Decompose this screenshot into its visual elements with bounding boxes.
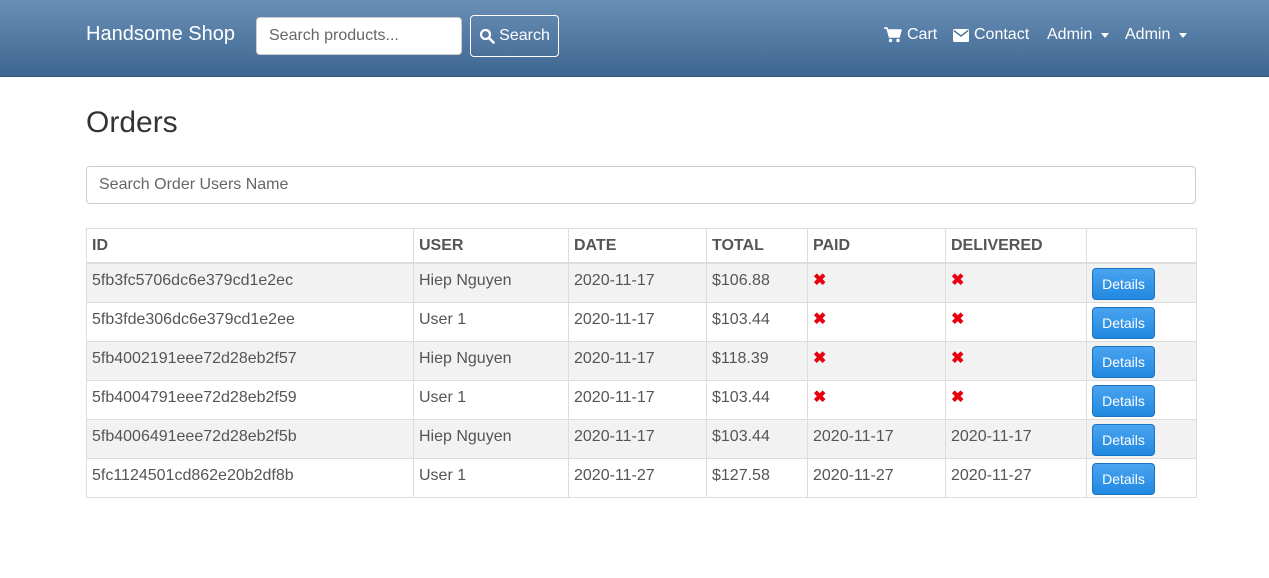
x-mark-icon: ✖: [813, 349, 827, 367]
details-button[interactable]: Details: [1092, 345, 1155, 378]
order-id-cell: 5fb4004791eee72d28eb2f59: [86, 379, 414, 420]
order-user-cell: User 1: [413, 457, 569, 498]
x-mark-icon: ✖: [813, 310, 827, 328]
brand-link[interactable]: Handsome Shop: [86, 23, 235, 46]
details-button[interactable]: Details: [1092, 306, 1155, 339]
order-actions-cell: Details: [1086, 379, 1197, 420]
admin-dropdown-2-label: Admin: [1125, 26, 1171, 43]
order-delivered-cell: 2020-11-27: [945, 457, 1087, 498]
search-button-label: Search: [499, 27, 550, 44]
order-user-cell: User 1: [413, 379, 569, 420]
details-button[interactable]: Details: [1092, 423, 1155, 456]
order-paid-cell: 2020-11-17: [807, 418, 946, 459]
product-search-input[interactable]: [256, 17, 462, 55]
order-actions-cell: Details: [1086, 457, 1197, 498]
page-title: Orders: [86, 106, 178, 139]
order-paid-cell: ✖: [807, 262, 946, 303]
caret-down-icon: [1101, 32, 1110, 38]
order-actions-cell: Details: [1086, 340, 1197, 381]
table-row: 5fb4004791eee72d28eb2f59 User 1 2020-11-…: [86, 379, 1197, 420]
order-delivered-cell: ✖: [945, 301, 1087, 342]
caret-down-icon: [1179, 32, 1188, 38]
x-mark-icon: ✖: [951, 349, 965, 367]
navbar: Handsome Shop Search Cart Contact Admin …: [0, 0, 1269, 77]
search-icon: [480, 28, 495, 44]
order-id-cell: 5fc1124501cd862e20b2df8b: [86, 457, 414, 498]
order-id-cell: 5fb3fc5706dc6e379cd1e2ec: [86, 262, 414, 303]
order-total-cell: $103.44: [706, 379, 808, 420]
x-mark-icon: ✖: [813, 388, 827, 406]
order-user-cell: User 1: [413, 301, 569, 342]
admin-dropdown-1[interactable]: Admin: [1047, 26, 1110, 44]
order-actions-cell: Details: [1086, 418, 1197, 459]
details-button[interactable]: Details: [1092, 384, 1155, 417]
column-header-date: DATE: [568, 228, 707, 264]
order-id-cell: 5fb4006491eee72d28eb2f5b: [86, 418, 414, 459]
nav-cart[interactable]: Cart: [884, 26, 937, 44]
order-actions-cell: Details: [1086, 262, 1197, 303]
column-header-user: USER: [413, 228, 569, 264]
order-date-cell: 2020-11-17: [568, 340, 707, 381]
order-id-cell: 5fb4002191eee72d28eb2f57: [86, 340, 414, 381]
order-user-cell: Hiep Nguyen: [413, 340, 569, 381]
order-date-cell: 2020-11-17: [568, 418, 707, 459]
order-delivered-cell: ✖: [945, 379, 1087, 420]
order-paid-cell: ✖: [807, 340, 946, 381]
table-row: 5fb4006491eee72d28eb2f5b Hiep Nguyen 202…: [86, 418, 1197, 459]
order-total-cell: $118.39: [706, 340, 808, 381]
nav-cart-label: Cart: [907, 26, 938, 43]
order-paid-cell: ✖: [807, 301, 946, 342]
order-total-cell: $106.88: [706, 262, 808, 303]
cart-icon: [884, 27, 902, 43]
order-total-cell: $103.44: [706, 301, 808, 342]
order-user-cell: Hiep Nguyen: [413, 262, 569, 303]
details-button[interactable]: Details: [1092, 268, 1155, 300]
order-total-cell: $127.58: [706, 457, 808, 498]
orders-table: ID USER DATE TOTAL PAID DELIVERED 5fb3fc…: [86, 228, 1197, 498]
column-header-paid: PAID: [807, 228, 946, 264]
order-date-cell: 2020-11-17: [568, 262, 707, 303]
column-header-total: TOTAL: [706, 228, 808, 264]
admin-dropdown-1-label: Admin: [1047, 26, 1093, 43]
table-row: 5fc1124501cd862e20b2df8b User 1 2020-11-…: [86, 457, 1197, 498]
order-paid-cell: ✖: [807, 379, 946, 420]
x-mark-icon: ✖: [951, 272, 965, 289]
order-actions-cell: Details: [1086, 301, 1197, 342]
order-date-cell: 2020-11-17: [568, 301, 707, 342]
x-mark-icon: ✖: [951, 388, 965, 406]
order-id-cell: 5fb3fde306dc6e379cd1e2ee: [86, 301, 414, 342]
column-header-delivered: DELIVERED: [945, 228, 1087, 264]
order-total-cell: $103.44: [706, 418, 808, 459]
nav-contact-label: Contact: [974, 26, 1030, 43]
admin-dropdown-2[interactable]: Admin: [1125, 26, 1188, 44]
order-delivered-cell: ✖: [945, 262, 1087, 303]
x-mark-icon: ✖: [951, 310, 965, 328]
details-button[interactable]: Details: [1092, 462, 1155, 495]
order-delivered-cell: 2020-11-17: [945, 418, 1087, 459]
order-delivered-cell: ✖: [945, 340, 1087, 381]
envelope-icon: [953, 28, 969, 42]
table-row: 5fb4002191eee72d28eb2f57 Hiep Nguyen 202…: [86, 340, 1197, 381]
column-header-actions: [1086, 228, 1197, 264]
nav-contact[interactable]: Contact: [953, 26, 1029, 44]
table-row: 5fb3fc5706dc6e379cd1e2ec Hiep Nguyen 202…: [86, 262, 1197, 303]
search-button[interactable]: Search: [470, 15, 559, 57]
column-header-id: ID: [86, 228, 414, 264]
order-date-cell: 2020-11-17: [568, 379, 707, 420]
order-user-search-input[interactable]: [86, 166, 1196, 204]
x-mark-icon: ✖: [813, 272, 827, 289]
order-paid-cell: 2020-11-27: [807, 457, 946, 498]
order-date-cell: 2020-11-27: [568, 457, 707, 498]
order-user-cell: Hiep Nguyen: [413, 418, 569, 459]
table-row: 5fb3fde306dc6e379cd1e2ee User 1 2020-11-…: [86, 301, 1197, 342]
table-header-row: ID USER DATE TOTAL PAID DELIVERED: [86, 228, 1197, 264]
